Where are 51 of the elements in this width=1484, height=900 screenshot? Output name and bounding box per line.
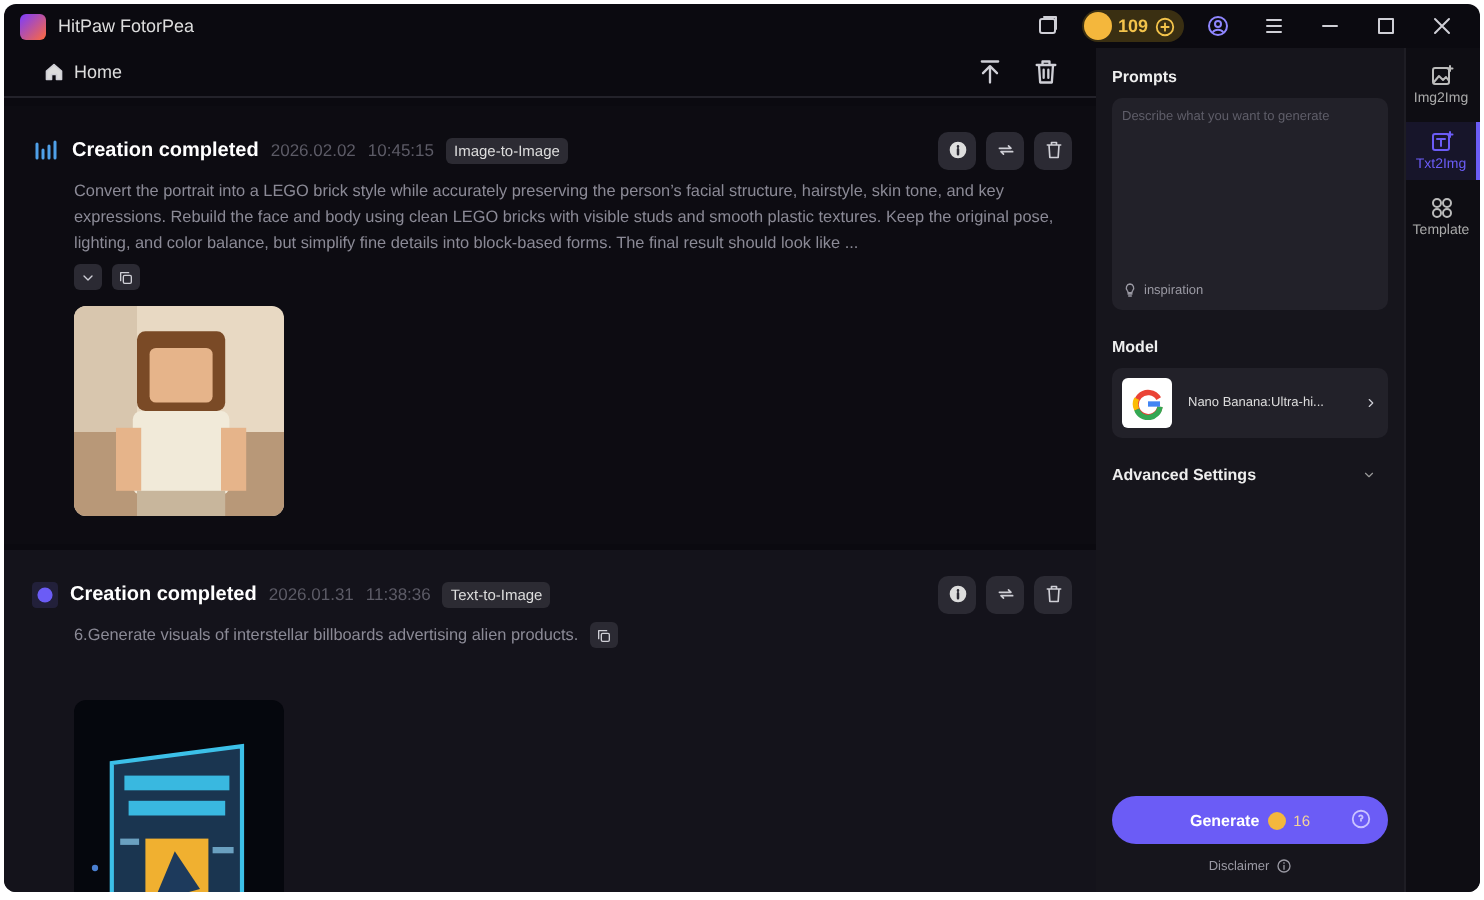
- date-text: 2026.02.02: [270, 140, 356, 160]
- status-title: Creation completed: [72, 139, 259, 161]
- copy-button[interactable]: [590, 622, 619, 648]
- info-icon: [947, 584, 967, 604]
- prompt-text: Convert the portrait into a LEGO brick style while accurately preserving the person’s facial structure, hairstyle, skin tone, and key expressions. Rebuild the face and body using clean LEGO bricks with visible studs and smooth plastic textures. Keep the original pose, lighting, and color balance, but simplify fine details into block-based forms. The final result should look like ...: [74, 180, 1056, 256]
- image-icon: [1429, 64, 1453, 88]
- copy-icon: [596, 627, 613, 643]
- grid-icon: [1429, 196, 1453, 220]
- status-title: Creation completed: [70, 583, 257, 605]
- text-image-icon: [1429, 130, 1453, 154]
- menu-icon: [1262, 14, 1286, 38]
- section-label: Prompts: [1112, 68, 1179, 86]
- copy-button[interactable]: [112, 264, 140, 290]
- trash-icon: [1043, 140, 1063, 160]
- bulb-icon: [1122, 282, 1138, 298]
- info-button[interactable]: [938, 131, 976, 169]
- time-text: 11:38:36: [365, 584, 431, 604]
- info-icon: [1275, 858, 1292, 874]
- prompt-text: 6.Generate visuals of interstellar billboards advertising alien products.: [74, 624, 579, 648]
- info-button[interactable]: [938, 575, 976, 613]
- window-title: HitPaw FotorPea: [58, 16, 195, 36]
- model-logo: [1122, 378, 1172, 428]
- app-logo: [20, 13, 46, 39]
- home-link[interactable]: Home: [44, 62, 123, 82]
- maximize-icon: [1374, 14, 1398, 38]
- help-icon: [1350, 808, 1372, 830]
- trash-icon: [1032, 58, 1060, 86]
- credits-badge[interactable]: 109: [1081, 10, 1184, 42]
- info-icon: [947, 140, 967, 160]
- chevron-down-icon: [1362, 468, 1376, 482]
- upload-icon: [976, 58, 1004, 86]
- bars-icon: [32, 138, 60, 162]
- delete-button[interactable]: [1034, 131, 1072, 169]
- copy-icon: [118, 269, 134, 285]
- trash-icon: [1043, 584, 1063, 604]
- regenerate-button[interactable]: [986, 131, 1024, 169]
- advanced-settings-toggle[interactable]: Advanced Settings: [1112, 466, 1388, 484]
- chevron-right-icon: [1364, 396, 1378, 410]
- close-icon: [1430, 14, 1454, 38]
- date-text: 2026.01.31: [268, 584, 354, 604]
- expand-button[interactable]: [74, 264, 102, 290]
- regenerate-button[interactable]: [986, 575, 1024, 613]
- account-icon: [1206, 14, 1230, 38]
- time-text: 10:45:15: [367, 140, 434, 160]
- repeat-icon: [995, 584, 1015, 604]
- repeat-icon: [995, 140, 1015, 160]
- home-icon: [44, 62, 64, 82]
- delete-button[interactable]: [1034, 575, 1072, 613]
- section-label: Model: [1112, 338, 1161, 356]
- coin-icon: [1267, 811, 1286, 829]
- add-icon: [1154, 15, 1176, 37]
